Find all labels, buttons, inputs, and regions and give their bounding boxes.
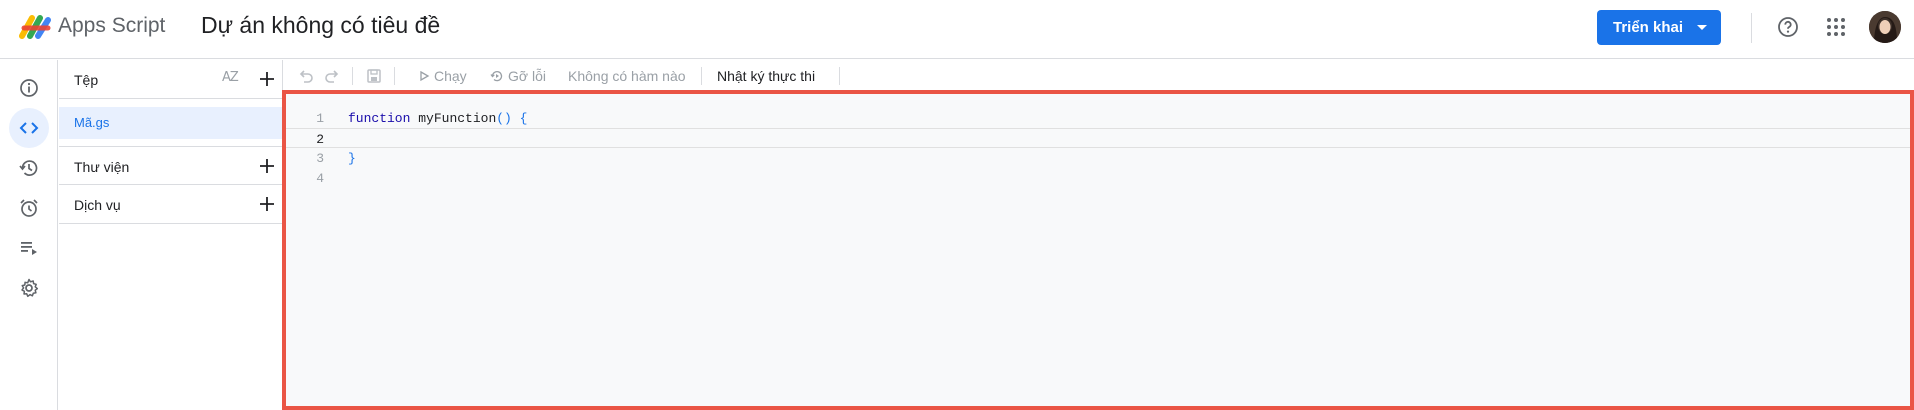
code-editor[interactable]: 1 function myFunction() { 2 3 } 4 <box>286 94 1910 406</box>
save-icon[interactable] <box>366 68 382 84</box>
services-section-title: Dịch vụ <box>74 197 121 213</box>
code-text: function myFunction() { <box>348 111 528 126</box>
toolbar-divider <box>394 67 395 85</box>
code-text: } <box>348 151 356 166</box>
code-line: 4 <box>286 168 1910 188</box>
google-apps-icon[interactable] <box>1826 17 1846 37</box>
app-name[interactable]: Apps Script <box>58 14 165 38</box>
editor-toolbar: Chạy Gỡ lỗi Không có hàm nào Nhật ký thự… <box>284 60 1914 90</box>
execution-log-label: Nhật ký thực thi <box>717 68 816 84</box>
triggers-nav-button[interactable] <box>9 188 49 228</box>
run-button[interactable]: Chạy <box>418 68 467 84</box>
editor-highlight-frame: 1 function myFunction() { 2 3 } 4 <box>282 90 1914 410</box>
files-section-title: Tệp <box>74 72 99 88</box>
alarm-icon <box>20 199 38 217</box>
deploy-button-label: Triển khai <box>1613 19 1684 36</box>
services-section-header: Dịch vụ <box>59 185 283 224</box>
apps-script-logo-icon[interactable] <box>18 12 54 40</box>
header-divider <box>1751 13 1752 43</box>
overview-nav-button[interactable] <box>9 68 49 108</box>
caret-down-icon <box>1697 25 1707 30</box>
function-select[interactable]: Không có hàm nào <box>568 68 686 84</box>
code-line: 1 function myFunction() { <box>286 108 1910 128</box>
deploy-button[interactable]: Triển khai <box>1597 10 1721 45</box>
executions-nav-button[interactable] <box>9 228 49 268</box>
code-icon <box>19 122 39 134</box>
function-select-value: Không có hàm nào <box>568 68 686 84</box>
history-nav-button[interactable] <box>9 148 49 188</box>
play-icon <box>420 70 430 82</box>
line-number: 2 <box>316 132 324 147</box>
file-name: Mã.gs <box>74 115 110 130</box>
add-file-icon[interactable] <box>257 69 277 89</box>
left-nav-rail <box>0 60 58 410</box>
toolbar-divider <box>839 67 840 85</box>
undo-icon[interactable] <box>298 68 314 84</box>
line-number: 3 <box>316 151 324 166</box>
code-line: 3 } <box>286 148 1910 168</box>
line-number: 1 <box>316 111 324 126</box>
sort-az-icon[interactable]: AZ <box>222 70 239 85</box>
debug-icon <box>490 71 503 82</box>
editor-nav-button[interactable] <box>9 108 49 148</box>
debug-label: Gỡ lỗi <box>508 68 546 84</box>
help-icon[interactable] <box>1777 16 1799 38</box>
files-section-header: Tệp AZ <box>59 60 283 99</box>
project-title[interactable]: Dự án không có tiêu đề <box>201 12 440 39</box>
settings-nav-button[interactable] <box>9 268 49 308</box>
execution-log-button[interactable]: Nhật ký thực thi <box>717 68 815 84</box>
add-service-icon[interactable] <box>257 194 277 214</box>
playlist-play-icon <box>21 242 37 255</box>
avatar[interactable] <box>1869 11 1901 43</box>
gear-icon <box>21 278 39 298</box>
files-panel: Tệp AZ Mã.gs Thư viện Dịch vụ <box>59 60 283 410</box>
add-library-icon[interactable] <box>257 156 277 176</box>
info-icon <box>20 79 38 97</box>
history-icon <box>19 160 38 176</box>
line-number: 4 <box>316 171 324 186</box>
libraries-section-title: Thư viện <box>74 159 130 175</box>
file-item-ma-gs[interactable]: Mã.gs <box>59 107 283 139</box>
libraries-section-header: Thư viện <box>59 146 283 185</box>
toolbar-divider <box>701 67 702 85</box>
top-bar: Apps Script Dự án không có tiêu đề Triển… <box>0 0 1914 59</box>
current-code-line[interactable]: 2 <box>286 128 1910 148</box>
toolbar-divider <box>352 67 353 85</box>
redo-icon[interactable] <box>324 68 340 84</box>
run-label: Chạy <box>434 68 467 84</box>
debug-button[interactable]: Gỡ lỗi <box>490 68 546 84</box>
